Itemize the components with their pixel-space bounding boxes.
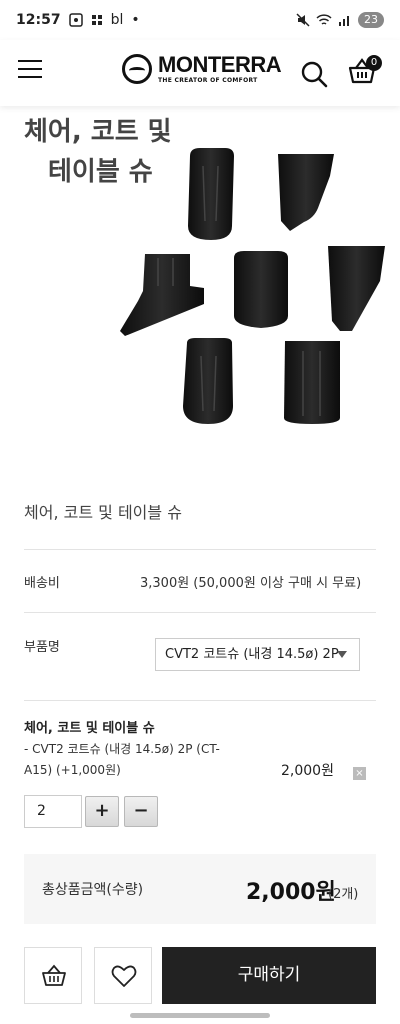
divider (24, 549, 376, 550)
shipping-value: 3,300원 (50,000원 이상 구매 시 무료) (140, 576, 362, 591)
option-title: 체어, 코트 및 테이블 슈 (24, 721, 155, 736)
status-time: 12:57 (16, 12, 61, 28)
add-to-cart-button[interactable] (24, 947, 82, 1004)
grid-icon (91, 15, 102, 25)
cart-count-badge: 0 (366, 55, 382, 71)
wifi-icon (316, 13, 332, 25)
option-detail: - CVT2 코트슈 (내경 14.5ø) 2P (CT-A15) (+1,00… (24, 742, 220, 777)
menu-icon (18, 60, 42, 62)
site-header: MONTERRA THE CREATOR OF COMFORT (0, 40, 400, 106)
quantity-minus-button[interactable]: − (124, 796, 158, 827)
mute-icon (296, 13, 310, 27)
divider (24, 612, 376, 613)
part-select-value: CVT2 코트슈 (내경 14.5ø) 2P (165, 647, 339, 662)
total-amount: 2,000원 (246, 880, 336, 905)
quantity-input[interactable]: 2 (24, 795, 82, 828)
wishlist-button[interactable] (94, 947, 152, 1004)
image-caption-line1: 체어, 코트 및 (24, 117, 172, 147)
signal-icon (339, 16, 349, 26)
shipping-label: 배송비 (24, 576, 60, 591)
remove-option-button[interactable]: × (353, 767, 366, 780)
dropdown-arrow-icon (337, 651, 347, 658)
buy-now-button[interactable]: 구매하기 (162, 947, 376, 1004)
image-caption: 체어, 코트 및 테이블 슈 (24, 112, 172, 192)
quantity-plus-button[interactable]: + (85, 796, 119, 827)
brand-logo[interactable]: MONTERRA THE CREATOR OF COMFORT (122, 52, 282, 84)
total-label: 총상품금액(수량) (42, 882, 144, 898)
screenshot-icon (68, 13, 83, 27)
status-app-label: bl (110, 12, 124, 28)
brand-tagline: THE CREATOR OF COMFORT (158, 77, 258, 84)
part-select[interactable]: CVT2 코트슈 (내경 14.5ø) 2P (155, 638, 360, 671)
dot-icon: • (131, 12, 140, 28)
cart-icon (42, 964, 66, 986)
total-count: (2개) (328, 887, 359, 902)
product-title: 체어, 코트 및 테이블 슈 (24, 503, 182, 522)
total-summary: 총상품금액(수량) 2,000원 (2개) (24, 854, 376, 924)
status-bar: 12:57 bl • 23 (0, 0, 400, 40)
menu-button[interactable] (18, 60, 42, 82)
brand-name: MONTERRA (158, 52, 282, 77)
battery-indicator: 23 (358, 12, 384, 28)
logo-mark-icon (122, 54, 152, 84)
image-caption-line2: 테이블 슈 (48, 157, 153, 187)
heart-icon (111, 965, 137, 987)
divider (24, 700, 376, 701)
home-indicator (130, 1013, 270, 1018)
part-label: 부품명 (24, 640, 60, 655)
search-icon[interactable] (300, 60, 328, 88)
option-price: 2,000원 (281, 763, 334, 779)
